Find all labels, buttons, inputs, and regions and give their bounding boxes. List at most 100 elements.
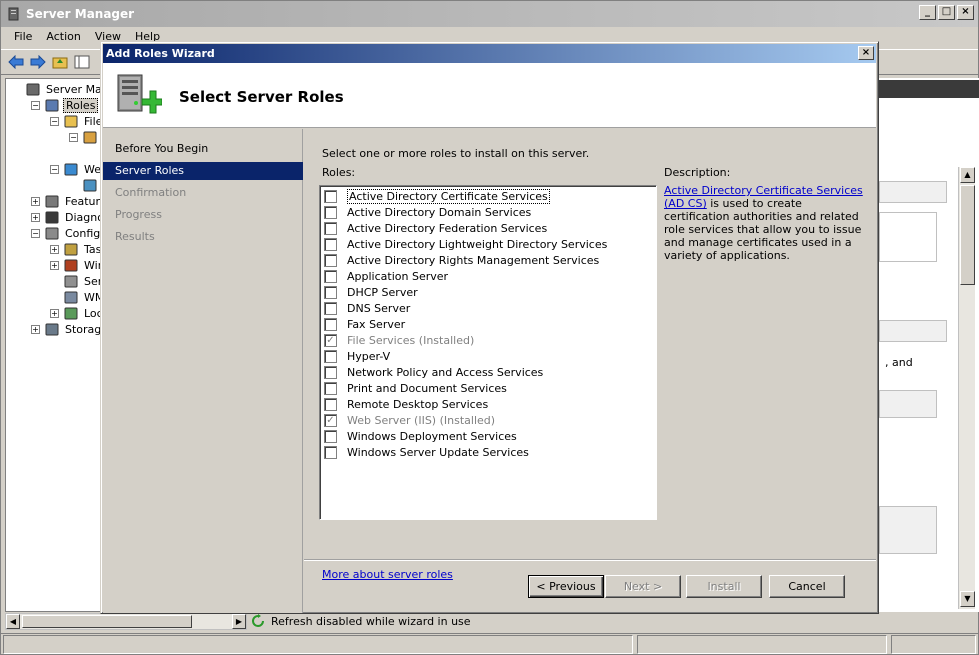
nav-step-progress: Progress xyxy=(115,208,162,221)
wizard-close-button[interactable]: × xyxy=(858,46,874,60)
role-name: File Services (Installed) xyxy=(347,333,475,347)
cancel-button[interactable]: Cancel xyxy=(769,575,845,598)
tree-item[interactable]: − Roles xyxy=(31,97,99,113)
expand-icon[interactable]: + xyxy=(31,324,40,334)
role-item[interactable]: Active Directory Rights Management Servi… xyxy=(324,252,599,268)
role-item[interactable]: Print and Document Services xyxy=(324,380,507,396)
role-checkbox[interactable] xyxy=(324,429,337,443)
role-item[interactable]: DNS Server xyxy=(324,300,410,316)
scroll-right-arrow-icon[interactable]: ▶ xyxy=(232,614,246,629)
roles-icon xyxy=(44,98,60,112)
refresh-status-text: Refresh disabled while wizard in use xyxy=(271,614,471,628)
role-checkbox[interactable] xyxy=(324,445,337,459)
role-checkbox[interactable] xyxy=(324,397,337,411)
clock-icon xyxy=(63,242,79,256)
expand-icon[interactable]: + xyxy=(50,244,59,254)
role-item[interactable]: Remote Desktop Services xyxy=(324,396,488,412)
status-pane-1 xyxy=(3,635,633,654)
role-checkbox[interactable] xyxy=(324,253,337,267)
role-checkbox[interactable] xyxy=(324,237,337,251)
expand-icon[interactable]: + xyxy=(31,212,40,222)
server-roles-add-icon xyxy=(117,74,162,114)
role-name: Windows Server Update Services xyxy=(347,445,529,459)
role-item[interactable]: Active Directory Federation Services xyxy=(324,220,547,236)
role-checkbox[interactable] xyxy=(324,205,337,219)
roles-list[interactable]: Active Directory Certificate Services Act… xyxy=(319,185,657,520)
role-checkbox[interactable] xyxy=(324,349,337,363)
role-checkbox[interactable] xyxy=(324,301,337,315)
up-folder-icon[interactable] xyxy=(51,53,69,71)
roles-label: Roles: xyxy=(322,166,356,179)
maximize-button[interactable]: □ xyxy=(938,5,955,20)
menu-file[interactable]: File xyxy=(7,27,39,47)
role-item[interactable]: Windows Server Update Services xyxy=(324,444,529,460)
role-checkbox[interactable] xyxy=(324,365,337,379)
tree-horizontal-scrollbar[interactable]: ◀ ▶ xyxy=(5,613,247,630)
role-item[interactable]: Network Policy and Access Services xyxy=(324,364,543,380)
role-checkbox[interactable] xyxy=(324,381,337,395)
share-icon xyxy=(82,130,98,144)
role-item[interactable]: DHCP Server xyxy=(324,284,418,300)
wizard-titlebar[interactable]: Add Roles Wizard × xyxy=(103,44,876,63)
collapse-icon[interactable]: − xyxy=(31,100,40,110)
scroll-up-arrow-icon[interactable]: ▲ xyxy=(960,167,975,183)
role-name: DHCP Server xyxy=(347,285,418,299)
expand-icon[interactable]: + xyxy=(50,260,59,270)
wizard-title: Add Roles Wizard xyxy=(106,47,215,60)
description-text: Active Directory Certificate Services (A… xyxy=(664,184,864,262)
role-item[interactable]: Hyper-V xyxy=(324,348,390,364)
users-icon xyxy=(63,306,79,320)
minimize-button[interactable]: _ xyxy=(919,5,936,20)
firewall-icon xyxy=(63,258,79,272)
role-item[interactable]: Active Directory Domain Services xyxy=(324,204,531,220)
server-manager-titlebar[interactable]: Server Manager _ □ × xyxy=(1,1,978,27)
config-icon xyxy=(44,226,60,240)
forward-arrow-icon[interactable] xyxy=(29,53,47,71)
wizard-steps-nav: Before You Begin Server Roles Confirmati… xyxy=(103,129,303,613)
scroll-down-arrow-icon[interactable]: ▼ xyxy=(960,591,975,607)
scroll-left-arrow-icon[interactable]: ◀ xyxy=(6,614,20,629)
role-checkbox[interactable] xyxy=(324,189,337,203)
collapse-icon[interactable]: − xyxy=(50,164,59,174)
role-name: Active Directory Federation Services xyxy=(347,221,548,235)
show-hide-tree-icon[interactable] xyxy=(73,53,91,71)
role-name: Network Policy and Access Services xyxy=(347,365,544,379)
collapse-icon[interactable]: − xyxy=(31,228,40,238)
nav-step-server-roles[interactable]: Server Roles xyxy=(103,162,303,180)
details-vertical-scrollbar[interactable]: ▲ ▼ xyxy=(958,167,975,609)
nav-step-results: Results xyxy=(115,230,155,243)
expand-icon[interactable]: + xyxy=(50,308,59,318)
scroll-thumb[interactable] xyxy=(960,185,975,285)
close-button[interactable]: × xyxy=(957,5,974,20)
server-manager-icon xyxy=(8,7,19,21)
role-item[interactable]: Active Directory Certificate Services xyxy=(324,188,550,204)
expand-icon[interactable]: + xyxy=(31,196,40,206)
status-pane-2 xyxy=(637,635,887,654)
iis-icon xyxy=(82,178,98,192)
collapse-icon[interactable]: − xyxy=(50,116,59,126)
role-item[interactable]: Fax Server xyxy=(324,316,405,332)
refresh-status: Refresh disabled while wizard in use xyxy=(251,613,951,629)
role-name: DNS Server xyxy=(347,301,411,315)
role-checkbox[interactable] xyxy=(324,285,337,299)
role-item[interactable]: Windows Deployment Services xyxy=(324,428,517,444)
install-button: Install xyxy=(686,575,762,598)
previous-button[interactable]: < Previous xyxy=(528,575,604,598)
menu-action[interactable]: Action xyxy=(39,27,87,47)
nav-step-before-you-begin[interactable]: Before You Begin xyxy=(103,140,303,158)
tree-item[interactable]: + Storage xyxy=(31,321,110,337)
storage-icon xyxy=(44,322,60,336)
role-checkbox[interactable] xyxy=(324,221,337,235)
collapse-icon[interactable]: − xyxy=(69,132,78,142)
server-manager-title: Server Manager xyxy=(26,7,135,21)
details-panel-box xyxy=(879,212,937,262)
role-checkbox[interactable] xyxy=(324,317,337,331)
hscroll-thumb[interactable] xyxy=(22,615,192,628)
details-section-header xyxy=(879,181,947,203)
role-checkbox: ✓ xyxy=(324,413,337,427)
role-item[interactable]: Application Server xyxy=(324,268,448,284)
refresh-icon xyxy=(252,614,264,627)
back-arrow-icon[interactable] xyxy=(7,53,25,71)
role-checkbox[interactable] xyxy=(324,269,337,283)
role-item[interactable]: Active Directory Lightweight Directory S… xyxy=(324,236,607,252)
